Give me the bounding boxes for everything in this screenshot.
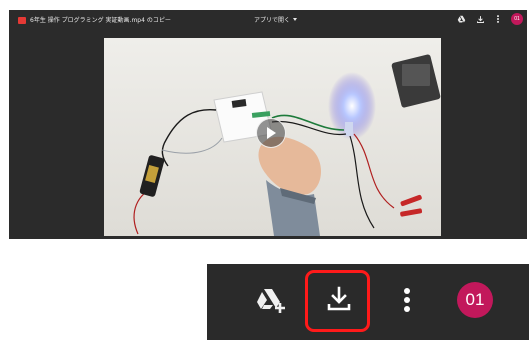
play-icon bbox=[267, 127, 276, 139]
more-vert-icon[interactable] bbox=[403, 286, 411, 314]
drive-video-viewer: 6年生 操作 プログラミング 実証動画.mp4 のコピー アプリで開く 01 bbox=[9, 10, 527, 239]
add-to-drive-icon[interactable] bbox=[256, 288, 286, 314]
download-highlight-box bbox=[305, 270, 370, 332]
open-with-button[interactable]: アプリで開く bbox=[254, 15, 298, 24]
account-avatar[interactable]: 01 bbox=[457, 282, 493, 318]
open-with-label: アプリで開く bbox=[254, 17, 291, 24]
account-avatar[interactable]: 01 bbox=[511, 13, 523, 25]
more-vert-icon[interactable] bbox=[495, 14, 501, 24]
add-to-drive-icon[interactable] bbox=[457, 15, 466, 24]
viewer-toolbar: 01 bbox=[457, 13, 523, 25]
video-file-icon bbox=[18, 17, 26, 24]
zoomed-toolbar: 01 bbox=[207, 264, 529, 340]
caret-down-icon bbox=[293, 18, 298, 21]
file-title: 6年生 操作 プログラミング 実証動画.mp4 のコピー bbox=[30, 17, 171, 24]
play-button[interactable] bbox=[256, 118, 286, 148]
video-player[interactable] bbox=[104, 38, 441, 236]
viewer-top-bar: 6年生 操作 プログラミング 実証動画.mp4 のコピー アプリで開く 01 bbox=[9, 10, 527, 32]
download-icon[interactable] bbox=[476, 15, 485, 24]
